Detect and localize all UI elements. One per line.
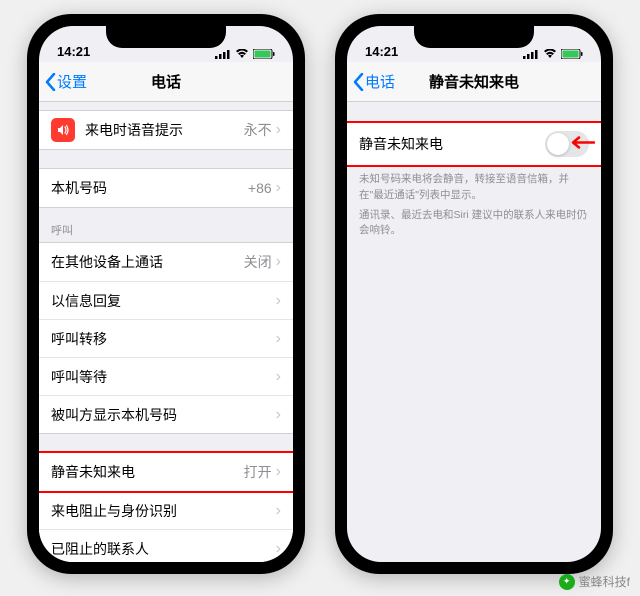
chevron-left-icon — [45, 73, 56, 91]
signal-icon — [523, 49, 539, 59]
chevron-right-icon: › — [276, 253, 281, 271]
row-text-reply[interactable]: 以信息回复 › — [39, 281, 293, 319]
back-button[interactable]: 设置 — [39, 71, 87, 92]
silence-unknown-label: 静音未知来电 — [51, 462, 244, 482]
chevron-right-icon: › — [276, 330, 281, 348]
block-id-label: 来电阻止与身份识别 — [51, 501, 276, 521]
back-button[interactable]: 电话 — [347, 71, 395, 92]
status-time: 14:21 — [365, 44, 398, 59]
status-right — [215, 49, 275, 59]
row-other-devices[interactable]: 在其他设备上通话 关闭 › — [39, 243, 293, 281]
screen-right: 14:21 电话 静音未知来电 静音未知来电 — [347, 26, 601, 562]
back-label-right: 电话 — [365, 71, 395, 92]
calls-header: 呼叫 — [39, 208, 293, 242]
status-time: 14:21 — [57, 44, 90, 59]
call-waiting-label: 呼叫等待 — [51, 367, 276, 387]
footer-1: 未知号码来电将会静音，转接至语音信箱，并在"最近通话"列表中显示。 — [347, 166, 601, 204]
status-right — [523, 49, 583, 59]
left-content: 来电时语音提示 永不 › 本机号码 +86 › 呼叫 在其他设备上通话 关闭 › — [39, 110, 293, 562]
watermark-text: 蜜蜂科技f — [579, 573, 630, 590]
notch — [414, 26, 534, 48]
row-show-caller-id[interactable]: 被叫方显示本机号码 › — [39, 395, 293, 433]
my-number-value: +86 — [248, 180, 272, 196]
row-call-waiting[interactable]: 呼叫等待 › — [39, 357, 293, 395]
chevron-right-icon: › — [276, 502, 281, 520]
chevron-right-icon: › — [276, 368, 281, 386]
battery-icon — [253, 49, 275, 59]
chevron-right-icon: › — [276, 121, 281, 139]
wifi-icon — [235, 49, 249, 59]
silence-toggle-label: 静音未知来电 — [359, 134, 545, 154]
text-reply-label: 以信息回复 — [51, 291, 276, 311]
row-call-forward[interactable]: 呼叫转移 › — [39, 319, 293, 357]
row-my-number[interactable]: 本机号码 +86 › — [39, 169, 293, 207]
wechat-icon: ✦ — [559, 574, 575, 590]
chevron-left-icon — [353, 73, 364, 91]
signal-icon — [215, 49, 231, 59]
phone-left: 14:21 设置 电话 来电时语音提示 永不 — [27, 14, 305, 574]
chevron-right-icon: › — [276, 540, 281, 558]
screen-left: 14:21 设置 电话 来电时语音提示 永不 — [39, 26, 293, 562]
row-block-id[interactable]: 来电阻止与身份识别 › — [39, 491, 293, 529]
row-blocked[interactable]: 已阻止的联系人 › — [39, 529, 293, 562]
row-silence-unknown[interactable]: 静音未知来电 打开 › — [39, 453, 293, 491]
call-forward-label: 呼叫转移 — [51, 329, 276, 349]
silence-toggle-switch[interactable] — [545, 131, 589, 157]
row-silence-toggle[interactable]: 静音未知来电 — [347, 123, 601, 165]
chevron-right-icon: › — [276, 463, 281, 481]
announce-value: 永不 — [244, 120, 272, 140]
battery-icon — [561, 49, 583, 59]
phone-right: 14:21 电话 静音未知来电 静音未知来电 — [335, 14, 613, 574]
other-devices-value: 关闭 — [244, 252, 272, 272]
nav-bar: 设置 电话 — [39, 62, 293, 102]
show-caller-id-label: 被叫方显示本机号码 — [51, 405, 276, 425]
blocked-label: 已阻止的联系人 — [51, 539, 276, 559]
announce-label: 来电时语音提示 — [85, 120, 244, 140]
wifi-icon — [543, 49, 557, 59]
other-devices-label: 在其他设备上通话 — [51, 252, 244, 272]
nav-bar: 电话 静音未知来电 — [347, 62, 601, 102]
right-content: 静音未知来电 未知号码来电将会静音，转接至语音信箱，并在"最近通话"列表中显示。… — [347, 122, 601, 239]
notch — [106, 26, 226, 48]
chevron-right-icon: › — [276, 292, 281, 310]
chevron-right-icon: › — [276, 179, 281, 197]
watermark: ✦ 蜜蜂科技f — [559, 573, 630, 590]
footer-2: 通讯录、最近去电和Siri 建议中的联系人来电时仍会响铃。 — [347, 204, 601, 240]
speaker-icon — [51, 118, 75, 142]
back-label: 设置 — [57, 71, 87, 92]
my-number-label: 本机号码 — [51, 178, 248, 198]
row-announce-calls[interactable]: 来电时语音提示 永不 › — [39, 111, 293, 149]
silence-unknown-value: 打开 — [244, 462, 272, 482]
chevron-right-icon: › — [276, 406, 281, 424]
